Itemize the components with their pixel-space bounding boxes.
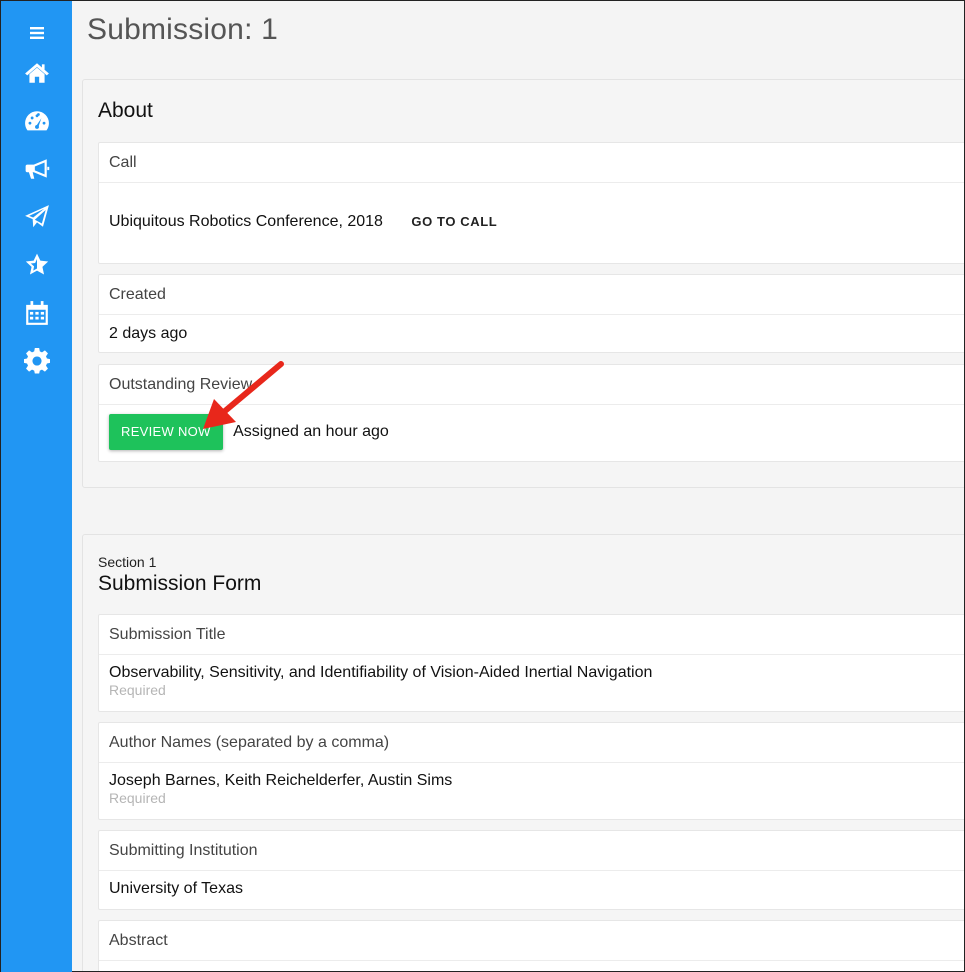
- field-value[interactable]: Joseph Barnes, Keith Reichelderfer, Aust…: [109, 772, 964, 790]
- field-author-names: Author Names (separated by a comma) Jose…: [98, 722, 964, 820]
- field-value[interactable]: Observability, Sensitivity, and Identifi…: [109, 664, 964, 682]
- form-heading: Submission Form: [98, 572, 262, 595]
- call-body: Ubiquitous Robotics Conference, 2018 GO …: [99, 183, 964, 231]
- go-to-call-button[interactable]: GO TO CALL: [411, 214, 497, 229]
- send-icon[interactable]: [1, 193, 72, 241]
- section-label: Section 1: [98, 554, 157, 570]
- required-note: Required: [109, 790, 166, 806]
- created-card: Created 2 days ago: [98, 274, 964, 353]
- required-note: Required: [109, 682, 166, 698]
- field-label: Submission Title: [99, 615, 964, 655]
- menu-icon[interactable]: [1, 17, 72, 49]
- created-label: Created: [99, 275, 964, 315]
- calendar-icon[interactable]: [1, 289, 72, 337]
- megaphone-icon[interactable]: [1, 145, 72, 193]
- created-value: 2 days ago: [109, 325, 188, 342]
- call-label: Call: [99, 143, 964, 183]
- field-value[interactable]: University of Texas: [109, 880, 964, 898]
- field-submitting-institution: Submitting Institution University of Tex…: [98, 830, 964, 910]
- home-icon[interactable]: [1, 49, 72, 97]
- field-label: Abstract: [99, 921, 964, 961]
- field-submission-title: Submission Title Observability, Sensitiv…: [98, 614, 964, 712]
- call-card: Call Ubiquitous Robotics Conference, 201…: [98, 142, 964, 264]
- call-value: Ubiquitous Robotics Conference, 2018: [109, 213, 383, 230]
- page-title: Submission: 1: [87, 13, 279, 46]
- submission-form-panel: Section 1 Submission Form Submission Tit…: [82, 534, 964, 971]
- sidebar: [1, 1, 72, 972]
- main-content: Submission: 1 About Call Ubiquitous Robo…: [72, 1, 964, 971]
- field-label: Author Names (separated by a comma): [99, 723, 964, 763]
- settings-icon[interactable]: [1, 337, 72, 385]
- star-icon[interactable]: [1, 241, 72, 289]
- about-heading: About: [98, 99, 153, 122]
- dashboard-icon[interactable]: [1, 97, 72, 145]
- field-abstract: Abstract: [98, 920, 964, 971]
- field-label: Submitting Institution: [99, 831, 964, 871]
- annotation-arrow-icon: [203, 361, 284, 429]
